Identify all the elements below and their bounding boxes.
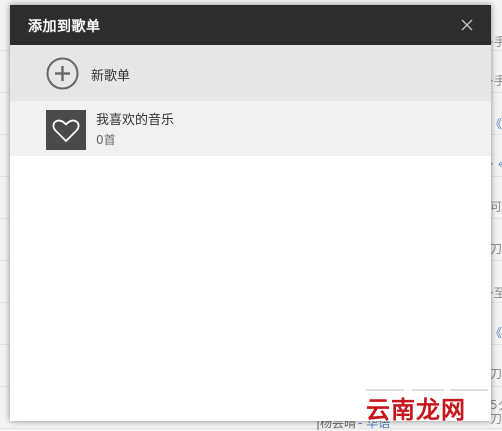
background-text-fragment: 刀华: [490, 367, 502, 381]
close-icon: [461, 19, 473, 31]
dialog-header: 添加到歌单: [10, 5, 491, 45]
background-text-fragment: · «: [490, 157, 502, 171]
heart-icon: [52, 119, 80, 142]
background-text-fragment: ·至里: [490, 286, 502, 300]
add-to-playlist-dialog: 添加到歌单 新歌单 我喜欢的音乐 0首: [10, 5, 491, 421]
playlist-song-count: 0首: [96, 133, 116, 147]
background-text-fragment: 刀华: [490, 242, 502, 256]
dialog-title: 添加到歌单: [28, 19, 101, 35]
background-row-divider: [0, 428, 502, 429]
background-text-fragment: 《«》: [490, 117, 502, 131]
watermark-text: 云南龙网: [366, 396, 466, 424]
playlist-item-favorites[interactable]: 我喜欢的音乐 0首: [10, 101, 491, 156]
new-playlist-label: 新歌单: [91, 69, 131, 84]
add-circle-icon: [46, 57, 79, 90]
watermark-logo: 云南龙网: [364, 384, 494, 424]
background-text-fragment: 可华: [490, 200, 502, 214]
close-button[interactable]: [459, 17, 475, 33]
background-text-fragment: ·手曾: [490, 35, 502, 49]
background-text-fragment: ·手曾: [490, 74, 502, 88]
new-playlist-button[interactable]: 新歌单: [10, 45, 491, 101]
background-text-fragment: 《»: [490, 326, 502, 340]
playlist-name: 我喜欢的音乐: [96, 113, 175, 128]
playlist-cover: [46, 110, 86, 150]
